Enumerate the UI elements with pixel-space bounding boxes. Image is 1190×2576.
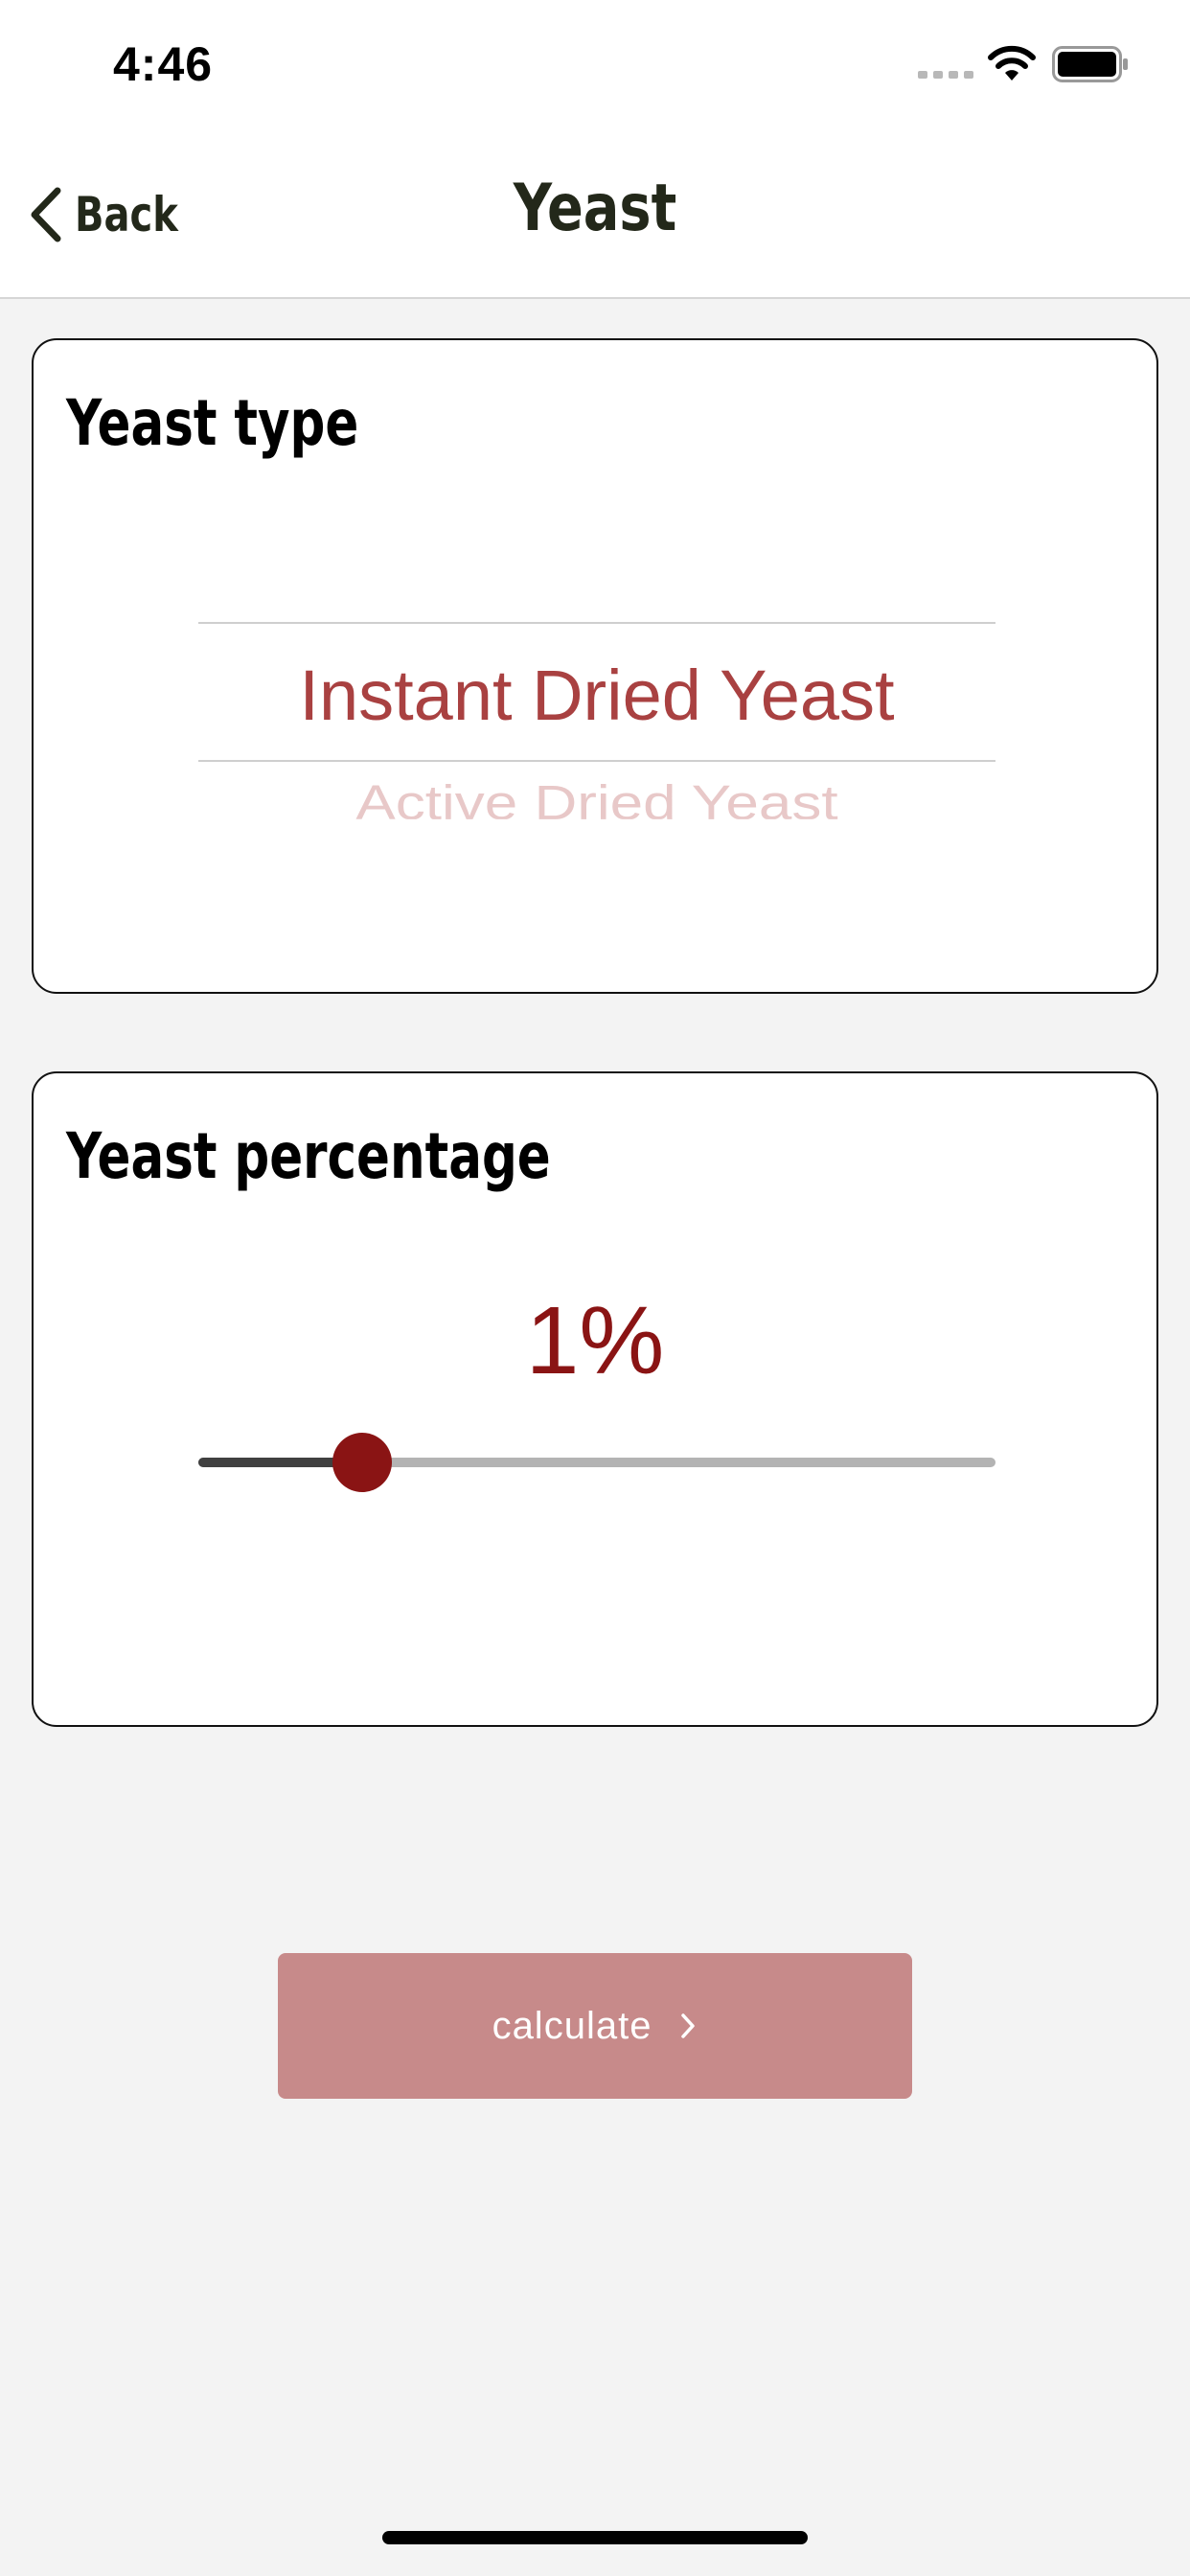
home-indicator — [382, 2531, 808, 2544]
yeast-type-picker[interactable]: Instant Dried Yeast Active Dried Yeast — [198, 570, 995, 858]
yeast-type-title: Yeast type — [66, 386, 359, 460]
page-title: Yeast — [513, 171, 677, 246]
yeast-percentage-card: Yeast percentage 1% — [32, 1071, 1158, 1727]
yeast-type-card: Yeast type Instant Dried Yeast Active Dr… — [32, 338, 1158, 994]
yeast-percentage-value: 1% — [525, 1287, 665, 1394]
picker-option-selected[interactable]: Instant Dried Yeast — [198, 655, 995, 736]
status-bar: 4:46 — [0, 0, 1190, 134]
chevron-right-icon — [681, 2013, 696, 2038]
wifi-icon — [988, 45, 1036, 80]
yeast-percentage-slider[interactable] — [198, 1432, 995, 1493]
slider-thumb[interactable] — [332, 1433, 392, 1492]
picker-divider — [198, 760, 995, 762]
status-time: 4:46 — [113, 37, 214, 91]
navigation-bar: Back Yeast — [0, 134, 1190, 299]
cellular-signal-icon — [918, 71, 973, 79]
calculate-button[interactable]: calculate — [278, 1953, 912, 2099]
picker-divider — [198, 622, 995, 624]
picker-option[interactable]: Active Dried Yeast — [198, 775, 995, 819]
yeast-percentage-title: Yeast percentage — [66, 1119, 551, 1193]
battery-icon — [1052, 46, 1128, 82]
calculate-label: calculate — [492, 2004, 652, 2047]
